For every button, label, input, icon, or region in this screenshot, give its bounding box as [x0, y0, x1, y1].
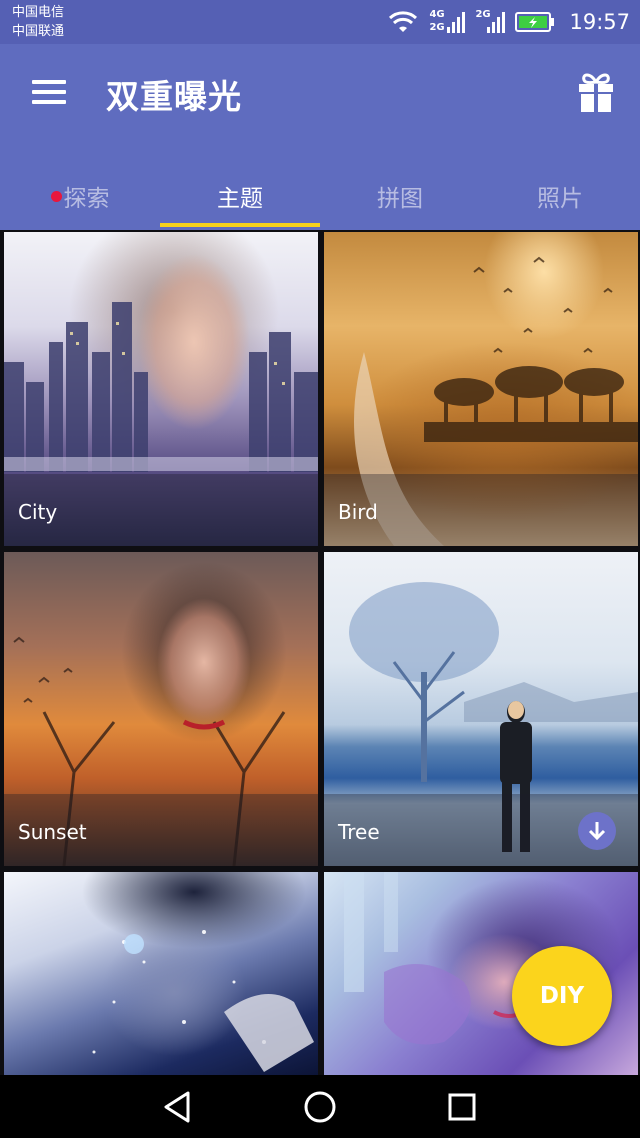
- theme-5-thumbnail: [4, 872, 318, 1075]
- status-bar: 中国电信 中国联通 4G 2G 2G 19:57: [0, 0, 640, 44]
- battery-icon: [515, 12, 555, 32]
- gift-icon: [579, 73, 613, 112]
- tab-photos-label: 照片: [537, 186, 583, 212]
- recents-button[interactable]: [442, 1087, 482, 1127]
- theme-label: Sunset: [18, 820, 87, 844]
- status-icons: 4G 2G 2G 19:57: [387, 6, 630, 38]
- signal-2-icon: 2G: [475, 9, 506, 35]
- clock: 19:57: [569, 10, 630, 34]
- carrier-2: 中国联通: [12, 24, 65, 39]
- signal-1-icon: 4G 2G: [429, 9, 466, 35]
- tab-collage[interactable]: 拼图: [320, 164, 480, 228]
- diy-button[interactable]: DIY: [512, 946, 612, 1046]
- theme-card-5[interactable]: [4, 872, 318, 1075]
- theme-card-city[interactable]: City: [4, 232, 318, 546]
- navigation-bar: [0, 1075, 640, 1138]
- back-triangle-icon: [164, 1091, 190, 1123]
- app-bar: 双重曝光 探索 主题 拼图 照片: [0, 44, 640, 230]
- gift-button[interactable]: [576, 72, 616, 114]
- tab-photos[interactable]: 照片: [480, 164, 640, 228]
- recents-square-icon: [448, 1093, 476, 1121]
- tab-themes-label: 主题: [217, 186, 263, 212]
- download-arrow-icon: [588, 822, 606, 841]
- back-button[interactable]: [158, 1087, 198, 1127]
- tab-themes[interactable]: 主题: [160, 164, 320, 228]
- wifi-icon: [389, 11, 418, 32]
- carrier-info: 中国电信 中国联通: [12, 3, 64, 41]
- theme-card-sunset[interactable]: Sunset: [4, 552, 318, 866]
- tab-bar: 探索 主题 拼图 照片: [0, 164, 640, 228]
- app-title: 双重曝光: [106, 77, 242, 116]
- theme-label: Tree: [338, 820, 380, 844]
- home-button[interactable]: [300, 1087, 340, 1127]
- home-circle-icon: [304, 1091, 336, 1123]
- theme-label: City: [18, 500, 58, 524]
- theme-label: Bird: [338, 500, 378, 524]
- tab-explore-label: 探索: [63, 186, 110, 212]
- menu-button[interactable]: [30, 76, 70, 110]
- theme-card-bird[interactable]: Bird: [324, 232, 638, 546]
- download-button[interactable]: [578, 812, 616, 850]
- theme-card-tree[interactable]: Tree: [324, 552, 638, 866]
- tab-explore[interactable]: 探索: [0, 164, 160, 228]
- tab-collage-label: 拼图: [377, 186, 423, 212]
- notification-dot: [50, 190, 62, 202]
- carrier-1: 中国电信: [12, 5, 65, 20]
- tab-indicator: [160, 223, 320, 227]
